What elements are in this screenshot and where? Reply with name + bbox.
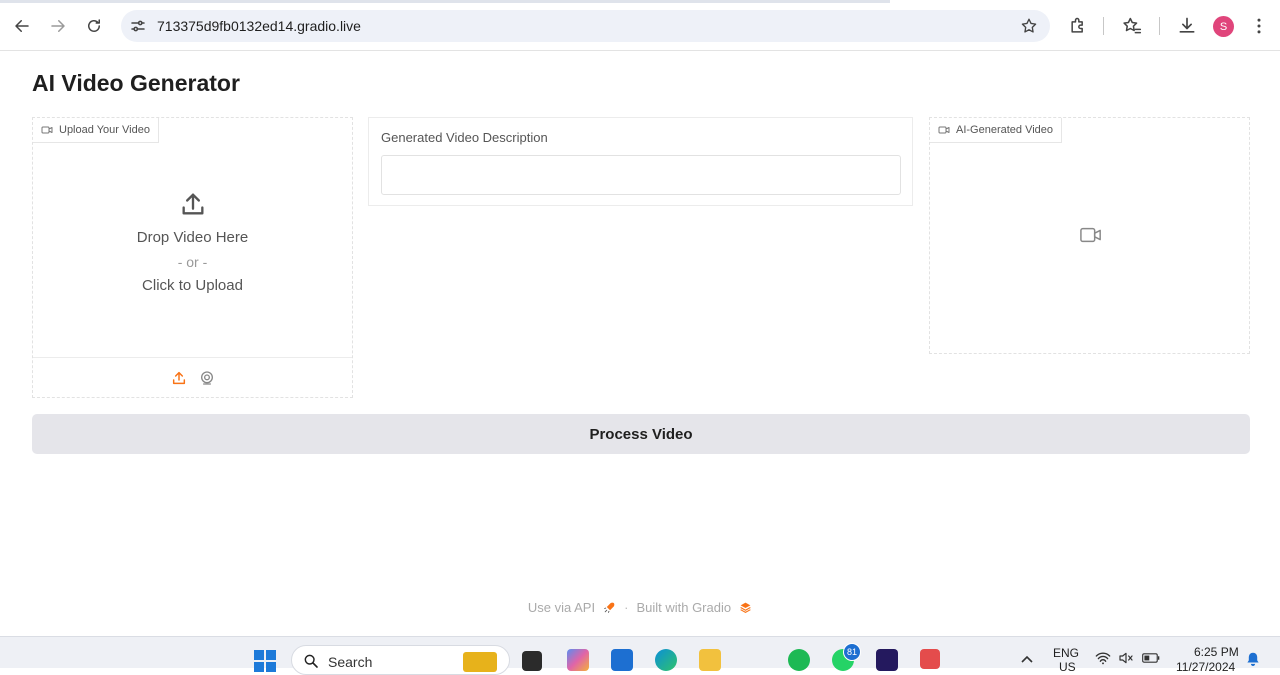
star-list-icon — [1123, 17, 1142, 34]
clock-date[interactable]: 11/27/2024 — [1176, 660, 1235, 674]
use-via-api-link[interactable]: Use via API — [528, 600, 595, 615]
generated-video-panel: AI-Generated Video — [929, 117, 1250, 354]
address-bar[interactable]: 713375d9fb0132ed14.gradio.live — [121, 10, 1050, 42]
gradio-footer: Use via API · Built with Gradio — [0, 600, 1280, 615]
click-to-upload-text: Click to Upload — [142, 277, 243, 294]
upload-file-icon — [172, 371, 185, 384]
arrow-left-icon — [15, 20, 29, 32]
forward-button[interactable] — [46, 14, 70, 38]
webcam-icon — [200, 370, 213, 385]
reload-icon — [88, 19, 100, 32]
windows-logo-tile — [254, 650, 264, 660]
clock-time[interactable]: 6:25 PM — [1194, 645, 1239, 659]
kebab-menu-icon — [1257, 18, 1261, 34]
video-camera-icon — [938, 126, 950, 134]
gradio-logo-icon — [740, 602, 751, 613]
language-indicator[interactable]: ENG — [1053, 646, 1079, 660]
notification-bell-icon[interactable] — [1246, 651, 1260, 667]
battery-icon[interactable] — [1142, 652, 1160, 664]
puzzle-icon — [1071, 17, 1083, 33]
toolbar-separator — [1103, 17, 1104, 35]
snipping-tool-app[interactable] — [920, 649, 940, 669]
windows-logo-tile — [266, 662, 276, 672]
whatsapp-unread-badge: 81 — [843, 643, 861, 661]
bookmark-star-icon[interactable] — [1020, 17, 1038, 35]
windows-logo-tile — [266, 650, 276, 660]
windows-taskbar: Search ENG US 6:25 PM 11/27/2024 — [0, 636, 1280, 675]
speaker-muted-icon[interactable] — [1118, 651, 1134, 665]
site-info-icon[interactable] — [129, 17, 147, 35]
browser-toolbar: 713375d9fb0132ed14.gradio.live S — [0, 0, 1280, 51]
page-title: AI Video Generator — [32, 70, 240, 96]
toolbar-separator — [1159, 17, 1160, 35]
output-panel-label: AI-Generated Video — [930, 118, 1063, 143]
output-panel-label-text: AI-Generated Video — [956, 124, 1054, 136]
profile-avatar[interactable]: S — [1213, 16, 1234, 37]
rocket-icon — [604, 602, 615, 613]
description-label: Generated Video Description — [381, 130, 548, 145]
start-button[interactable] — [254, 650, 276, 672]
download-icon — [1179, 17, 1195, 33]
bookmarks-button[interactable] — [1121, 15, 1143, 37]
search-highlight-image — [463, 652, 497, 672]
downloads-button[interactable] — [1176, 15, 1198, 37]
tab-strip — [0, 0, 890, 3]
chevron-up-icon[interactable] — [1020, 654, 1034, 664]
footer-separator: · — [624, 600, 629, 615]
taskbar-search[interactable]: Search — [291, 645, 510, 675]
process-video-button[interactable]: Process Video — [32, 414, 1250, 454]
browser-menu-button[interactable] — [1248, 15, 1270, 37]
upload-source-button[interactable] — [171, 370, 187, 386]
webcam-source-button[interactable] — [199, 370, 215, 386]
wifi-icon[interactable] — [1095, 651, 1111, 665]
back-button[interactable] — [10, 14, 34, 38]
built-with-gradio-link[interactable]: Built with Gradio — [636, 600, 731, 615]
description-textbox[interactable] — [381, 155, 901, 195]
upload-dropzone[interactable]: Drop Video Here - or - Click to Upload — [33, 118, 352, 358]
drop-video-text: Drop Video Here — [136, 229, 249, 246]
url-text[interactable]: 713375d9fb0132ed14.gradio.live — [157, 18, 361, 34]
region-indicator[interactable]: US — [1059, 660, 1076, 674]
upload-icon — [182, 193, 203, 215]
arrow-right-icon — [51, 20, 65, 32]
task-view-app[interactable] — [522, 651, 542, 671]
upload-source-bar — [33, 357, 352, 397]
reload-button[interactable] — [82, 14, 106, 38]
search-icon — [304, 654, 318, 668]
or-separator-text: - or - — [177, 254, 208, 270]
video-upload-panel[interactable]: Upload Your Video Drop Video Here - or -… — [32, 117, 353, 398]
windows-logo-tile — [254, 662, 264, 672]
video-placeholder-icon — [1080, 227, 1101, 243]
extensions-button[interactable] — [1067, 15, 1089, 37]
description-panel: Generated Video Description — [368, 117, 913, 206]
